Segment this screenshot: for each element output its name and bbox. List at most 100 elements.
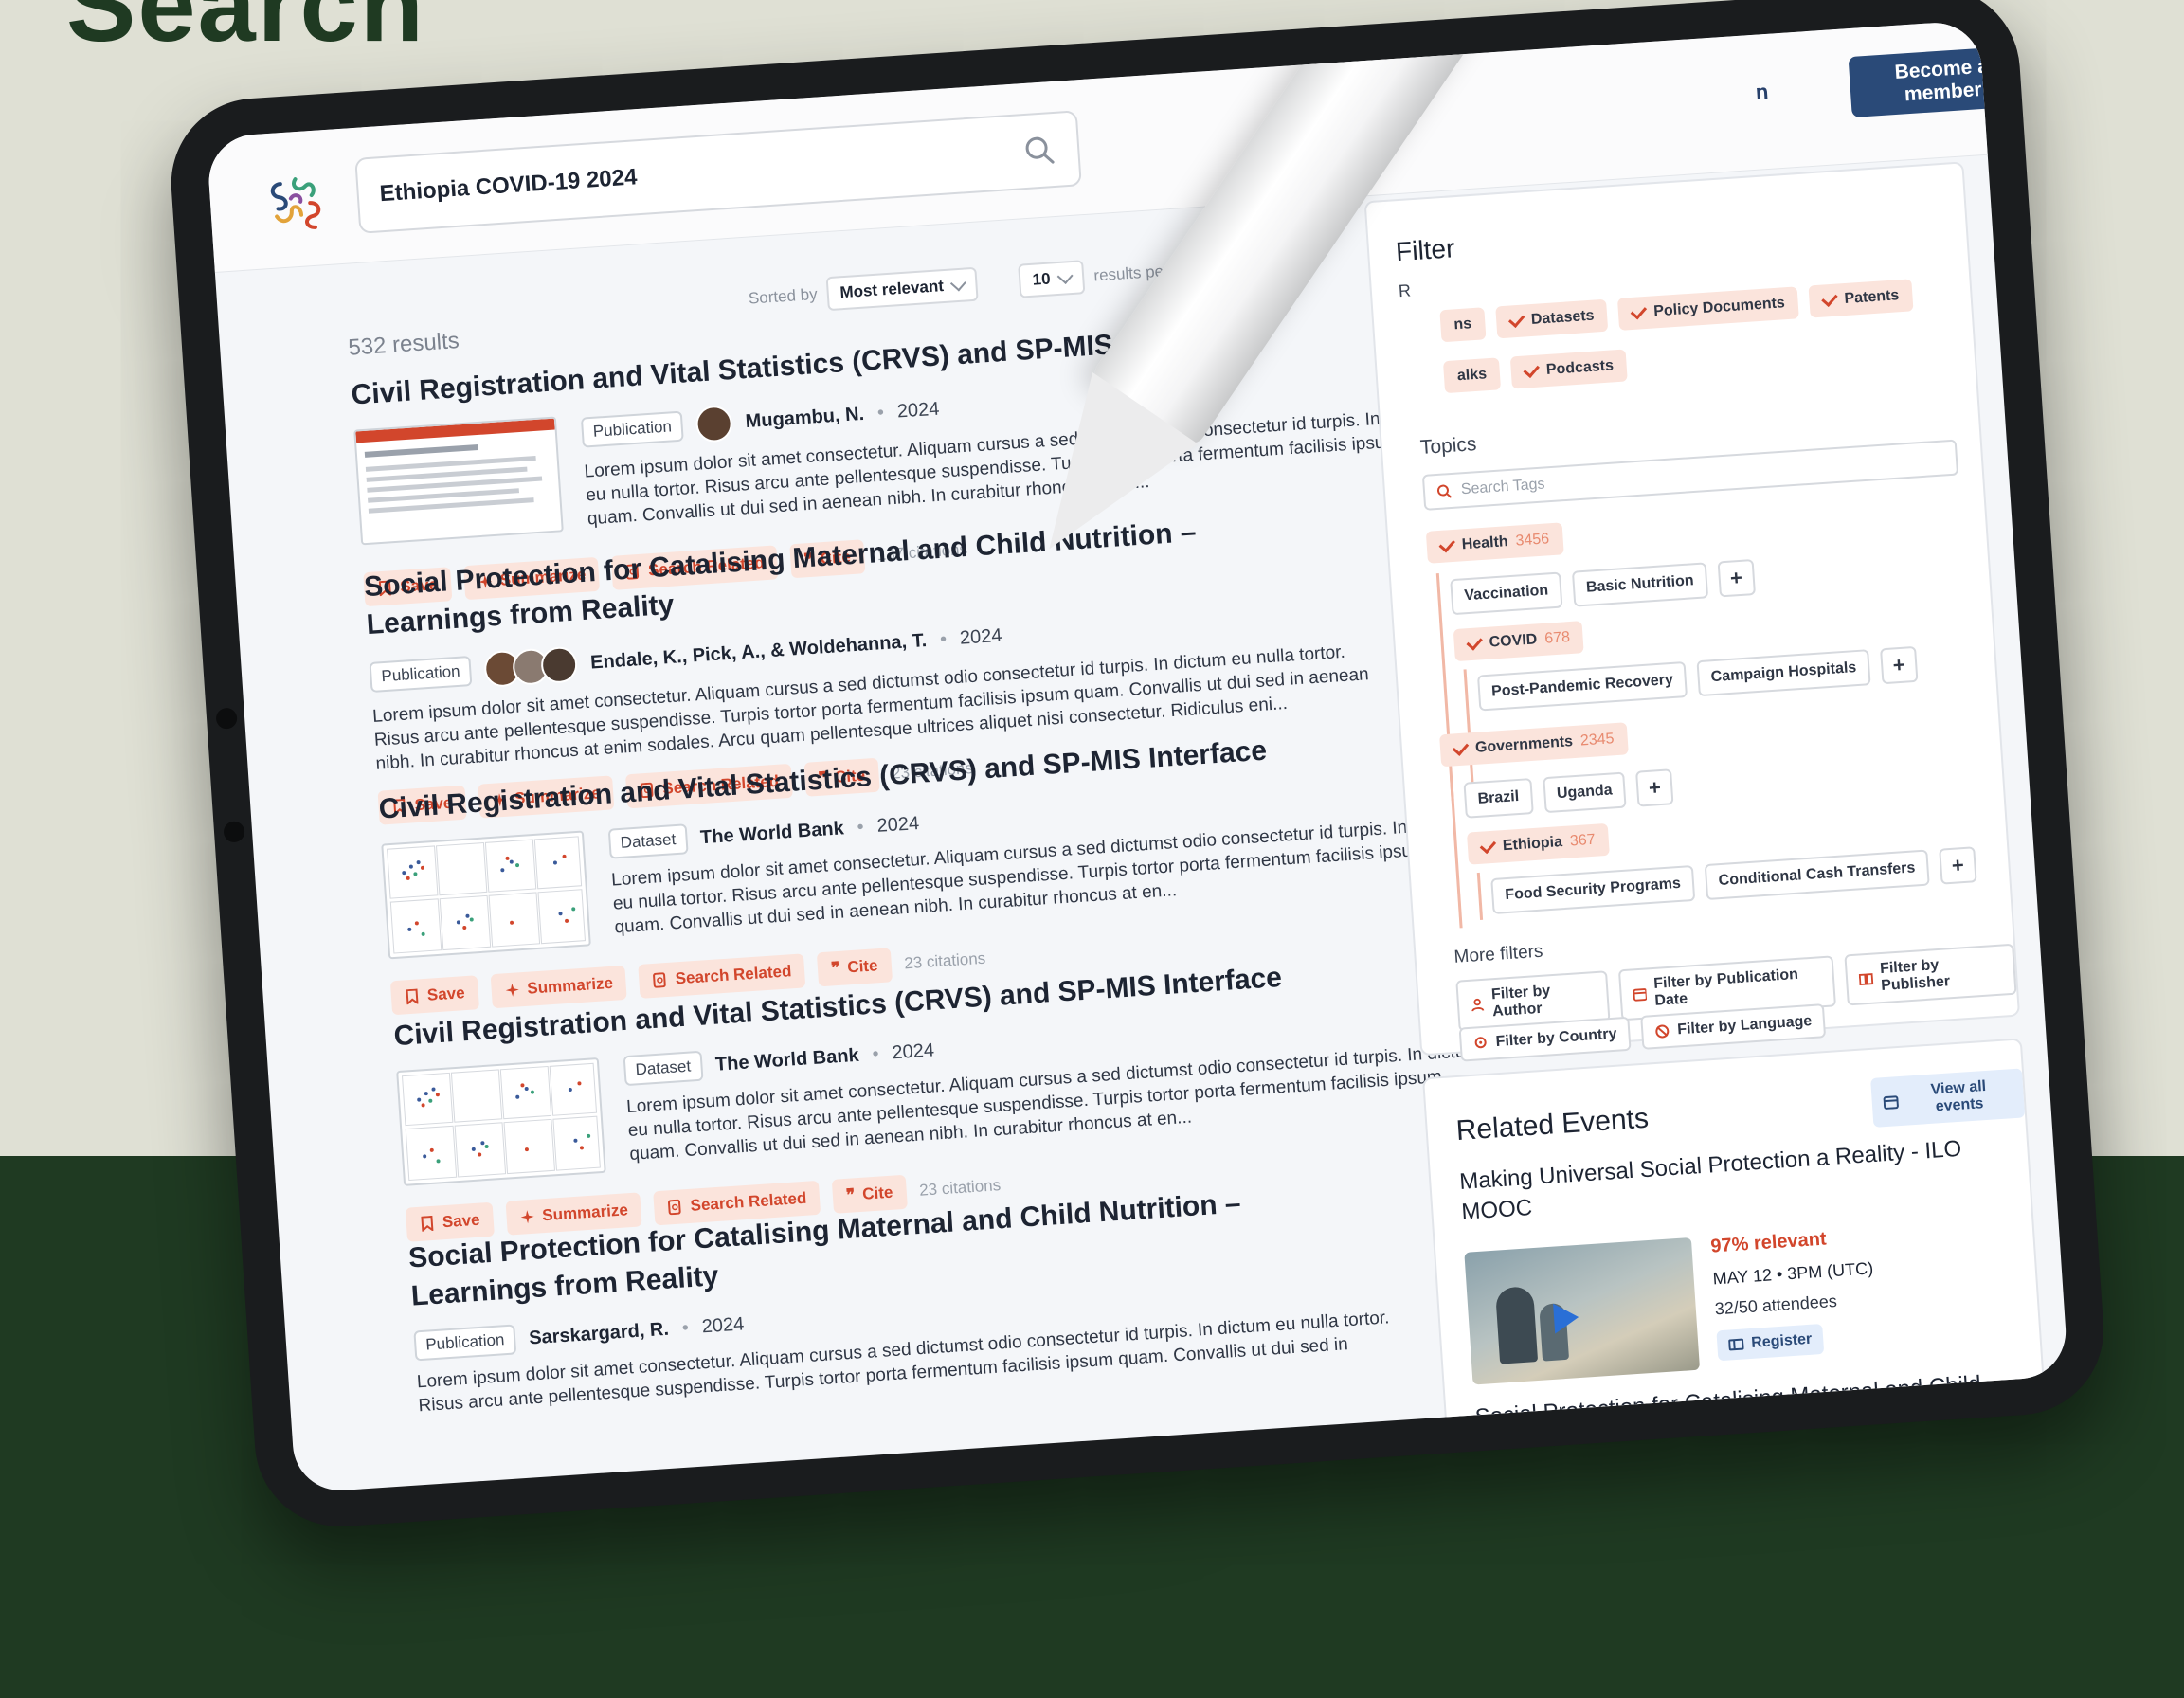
- save-label: Save: [426, 984, 466, 1004]
- topic-chip-health[interactable]: Health 3456: [1425, 522, 1564, 564]
- results-count: 532 results: [347, 328, 460, 361]
- topic-chip[interactable]: Post-Pandemic Recovery: [1476, 661, 1688, 712]
- tablet-camera: [215, 707, 238, 730]
- summarize-button[interactable]: Summarize: [490, 965, 628, 1009]
- tag-search-placeholder: Search Tags: [1460, 476, 1545, 498]
- result-author[interactable]: Mugambu, N.: [745, 403, 865, 432]
- save-button[interactable]: Save: [389, 975, 479, 1016]
- become-member-button[interactable]: Become a member: [1848, 45, 2037, 118]
- resource-chip[interactable]: Patents: [1808, 279, 1914, 318]
- tree-line: [1450, 776, 1463, 929]
- event-date: MAY 12 • 3PM (UTC): [1712, 1258, 1874, 1289]
- sparkle-icon: [505, 983, 519, 997]
- separator-dot: •: [939, 628, 948, 650]
- result-author[interactable]: The World Bank: [699, 818, 844, 849]
- search-related-label: Search Related: [675, 962, 792, 988]
- calendar-icon: [1633, 988, 1648, 1002]
- tag-search-input[interactable]: Search Tags: [1421, 439, 1959, 511]
- book-icon: [1858, 973, 1874, 986]
- avatar-group: [483, 645, 579, 688]
- related-events-panel: Related Events View all events Making Un…: [1422, 1038, 2049, 1479]
- resource-type-chips: alks Podcasts: [1442, 349, 1629, 394]
- scatter-grid-image: [401, 1062, 601, 1182]
- search-related-label: Search Related: [690, 1188, 807, 1215]
- logo-icon: [270, 177, 321, 229]
- location-icon: [1474, 1037, 1487, 1049]
- type-badge: Publication: [413, 1324, 517, 1362]
- event-name[interactable]: Making Universal Social Protection a Rea…: [1458, 1132, 1992, 1228]
- topic-count: 367: [1569, 831, 1597, 850]
- separator-dot: •: [871, 1042, 880, 1065]
- topic-chip[interactable]: Food Security Programs: [1490, 864, 1696, 915]
- filter-label: Filter by Publisher: [1879, 957, 1951, 995]
- dataset-thumbnail[interactable]: [396, 1057, 606, 1186]
- register-button[interactable]: Register: [1716, 1323, 1825, 1362]
- check-icon: [1479, 837, 1497, 855]
- topic-label: Ethiopia: [1502, 834, 1563, 855]
- per-page-value: 10: [1032, 269, 1052, 289]
- separator-dot: •: [681, 1316, 690, 1339]
- search-icon: [1436, 484, 1453, 498]
- document-thumbnail[interactable]: [353, 416, 564, 546]
- save-label: Save: [442, 1210, 481, 1232]
- topic-children-row: Post-Pandemic Recovery Campaign Hospital…: [1476, 645, 1919, 712]
- view-all-label: View all events: [1930, 1077, 1987, 1115]
- per-page-select[interactable]: 10: [1018, 260, 1086, 298]
- check-icon: [1821, 290, 1838, 308]
- sort-select[interactable]: Most relevant: [825, 266, 980, 312]
- add-topic-button[interactable]: +: [1717, 559, 1756, 598]
- topic-row: Health 3456: [1425, 522, 1564, 564]
- event-attendees: 32/50 attendees: [1714, 1291, 1838, 1319]
- tablet-sensor: [223, 821, 245, 843]
- register-label: Register: [1750, 1330, 1813, 1351]
- sign-in-link[interactable]: n: [1755, 80, 1769, 105]
- add-topic-button[interactable]: +: [1939, 846, 1977, 885]
- ticket-icon: [1728, 1338, 1744, 1351]
- topic-chip[interactable]: Campaign Hospitals: [1696, 649, 1871, 697]
- result-year: 2024: [896, 398, 941, 423]
- resource-chip[interactable]: Policy Documents: [1617, 286, 1799, 331]
- resource-chip[interactable]: ns: [1439, 307, 1487, 343]
- resource-chip[interactable]: Podcasts: [1509, 349, 1629, 389]
- resource-chip[interactable]: Datasets: [1494, 298, 1609, 339]
- resource-chip[interactable]: alks: [1442, 357, 1502, 394]
- type-badge: Publication: [580, 410, 684, 448]
- topic-chip-ethiopia[interactable]: Ethiopia 367: [1466, 822, 1610, 865]
- topic-chip[interactable]: Basic Nutrition: [1571, 562, 1708, 607]
- resource-chip-label: alks: [1456, 366, 1488, 385]
- filter-by-publisher-button[interactable]: Filter by Publisher: [1844, 943, 2017, 1006]
- sort-select-value: Most relevant: [839, 277, 945, 302]
- avatar: [540, 645, 579, 684]
- tree-line: [1463, 669, 1475, 793]
- topic-chip[interactable]: Conditional Cash Transfers: [1704, 849, 1930, 901]
- search-icon[interactable]: [1020, 131, 1060, 172]
- view-all-events-button[interactable]: View all events: [1870, 1068, 2026, 1128]
- type-badge: Dataset: [623, 1050, 704, 1087]
- topic-chip-covid[interactable]: COVID 678: [1453, 621, 1585, 662]
- result-author[interactable]: Endale, K., Pick, A., & Woldehanna, T.: [589, 630, 927, 675]
- add-topic-button[interactable]: +: [1635, 768, 1674, 807]
- dataset-thumbnail[interactable]: [381, 830, 591, 960]
- result-year: 2024: [875, 812, 920, 837]
- play-icon[interactable]: [1553, 1302, 1580, 1334]
- person-icon: [1471, 998, 1485, 1012]
- more-filters-label: More filters: [1453, 941, 1544, 967]
- resource-chip-label: Podcasts: [1545, 357, 1615, 379]
- topic-chip[interactable]: Vaccination: [1450, 571, 1563, 616]
- separator-dot: •: [876, 402, 885, 424]
- filters-panel: Filter R ns Datasets Policy Documents Pa…: [1363, 161, 2021, 1062]
- search-input[interactable]: Ethiopia COVID-19 2024: [354, 110, 1082, 234]
- add-topic-button[interactable]: +: [1879, 645, 1919, 685]
- cite-button[interactable]: ❞ Cite: [817, 948, 893, 987]
- event-thumbnail[interactable]: [1464, 1237, 1701, 1385]
- result-author[interactable]: The World Bank: [714, 1044, 859, 1075]
- topic-chip[interactable]: Brazil: [1463, 778, 1534, 819]
- document-search-icon: [668, 1199, 682, 1216]
- check-icon: [1438, 535, 1455, 553]
- summarize-label: Summarize: [541, 1201, 629, 1225]
- citation-count: 23 citations: [903, 948, 986, 973]
- result-year: 2024: [959, 624, 1003, 649]
- check-icon: [1631, 302, 1648, 320]
- result-author[interactable]: Sarskargard, R.: [529, 1318, 670, 1349]
- topic-chip[interactable]: Uganda: [1542, 771, 1627, 814]
